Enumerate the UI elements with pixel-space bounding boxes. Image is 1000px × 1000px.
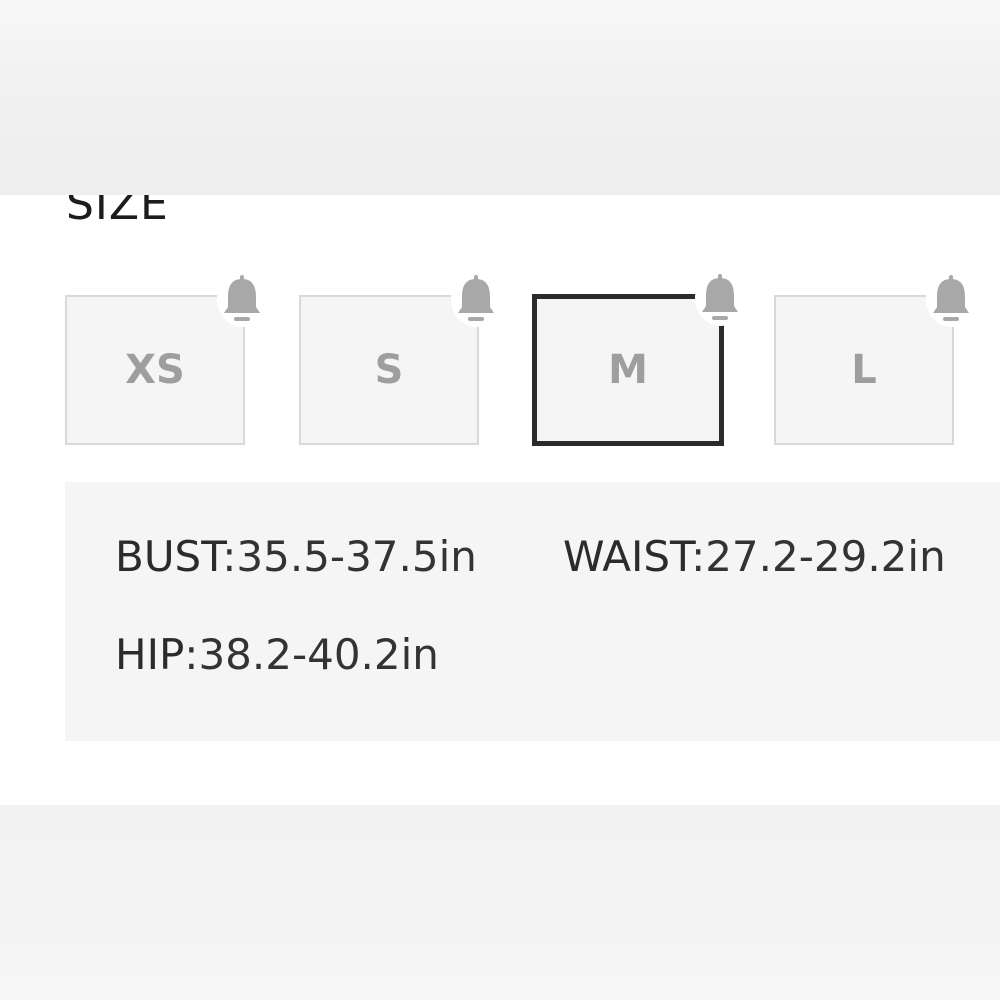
size-option-s[interactable]: S (299, 271, 501, 445)
size-option-xs[interactable]: XS (65, 271, 267, 445)
size-option-label: XS (125, 347, 185, 393)
measurement-bust-key: BUST (115, 532, 223, 581)
bell-icon[interactable] (695, 270, 745, 326)
measurement-hip-key: HIP (115, 630, 185, 679)
size-option-l[interactable]: L (774, 271, 976, 445)
size-option-label: M (608, 347, 648, 393)
size-option-label: L (851, 347, 877, 393)
blurred-background-bottom (0, 805, 1000, 1000)
size-measurements-box: BUST:35.5-37.5in WAIST:27.2-29.2in HIP:3… (65, 482, 1000, 741)
size-options-row: XS S M L (0, 195, 1000, 465)
blurred-background-top (0, 0, 1000, 195)
size-selector-panel: SIZE XS S M L BUST:35.5-37.5in WAIST:27.… (0, 195, 1000, 805)
measurement-waist: WAIST:27.2-29.2in (563, 536, 946, 578)
bell-icon[interactable] (451, 271, 501, 327)
measurement-bust: BUST:35.5-37.5in (115, 536, 477, 578)
measurement-waist-value: :27.2-29.2in (691, 532, 946, 581)
measurement-hip: HIP:38.2-40.2in (115, 634, 439, 676)
measurement-hip-value: :38.2-40.2in (184, 630, 439, 679)
bell-icon[interactable] (217, 271, 267, 327)
size-option-label: S (374, 347, 404, 393)
measurement-waist-key: WAIST (563, 532, 692, 581)
bell-icon[interactable] (926, 271, 976, 327)
size-option-m[interactable]: M (532, 270, 745, 446)
measurement-bust-value: :35.5-37.5in (222, 532, 477, 581)
